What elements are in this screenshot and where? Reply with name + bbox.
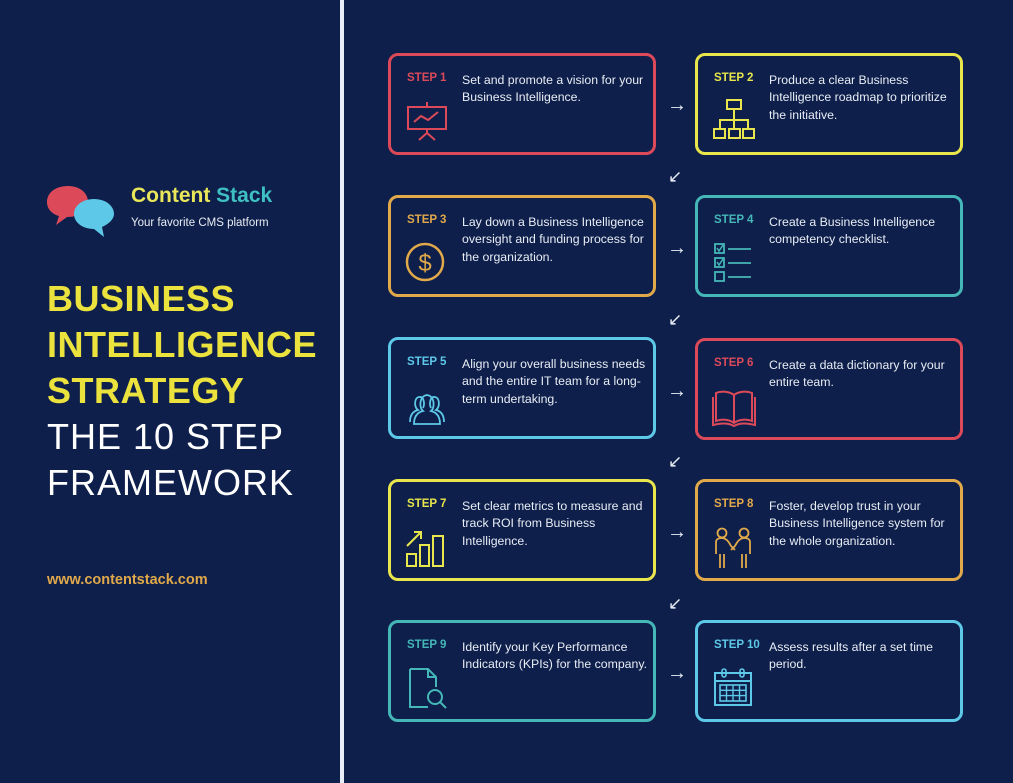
presentation-chart-icon [407, 102, 447, 141]
dollar-coin-icon: $ [405, 242, 445, 282]
website-link[interactable]: www.contentstack.com [47, 572, 208, 588]
step-description: Set clear metrics to measure and track R… [462, 499, 643, 548]
step-card-10: STEP 10 Assess results after a set time p… [695, 620, 963, 722]
arrow-right-7-8: → [667, 521, 687, 543]
step-card-5: STEP 5 Align your overall business needs … [388, 337, 656, 439]
title-line-3: STRATEGY [47, 370, 245, 411]
step-label: STEP 7 [407, 498, 447, 510]
arrow-down-left-4-5: ↙ [668, 310, 683, 329]
arrow-right-1-2: → [667, 94, 687, 116]
chat-bubbles-icon [47, 186, 114, 237]
step-label: STEP 1 [407, 72, 447, 84]
step-description: Create a data dictionary for your entire… [769, 358, 945, 390]
step-card-7: STEP 7 Set clear metrics to measure and t… [388, 479, 656, 581]
step-label: STEP 10 [714, 639, 760, 651]
step-card-1: STEP 1 Set and promote a vision for your … [388, 53, 656, 155]
arrow-down-left-8-9: ↙ [668, 594, 683, 613]
team-icon [409, 394, 445, 425]
brand-tagline: Your favorite CMS platform [131, 217, 269, 229]
arrow-down-left-6-7: ↙ [668, 452, 683, 471]
step-card-9: STEP 9 Identify your Key Performance Indi… [388, 620, 656, 722]
step-description: Assess results after a set time period. [769, 640, 934, 672]
arrow-right-5-6: → [667, 380, 687, 402]
title-line-2: INTELLIGENCE [47, 324, 318, 365]
step-card-4: STEP 4 Create a Business Intelligence com… [695, 195, 963, 297]
step-label: STEP 2 [714, 72, 754, 84]
org-chart-icon [713, 99, 755, 139]
step-description: Produce a clear Business Intelligence ro… [769, 73, 947, 122]
arrow-right-9-10: → [667, 662, 687, 684]
step-label: STEP 5 [407, 356, 447, 368]
step-description: Lay down a Business Intelligence oversig… [462, 215, 644, 264]
title-line-1: BUSINESS [47, 278, 236, 319]
step-label: STEP 8 [714, 498, 754, 510]
title-line-5: FRAMEWORK [47, 462, 294, 503]
step-card-8: STEP 8 Foster, develop trust in your Busi… [695, 479, 963, 581]
growth-bars-icon [406, 531, 444, 567]
document-search-icon [409, 668, 447, 709]
brand-name: Content Stack [131, 184, 272, 208]
handshake-people-icon [715, 527, 751, 568]
step-card-6: STEP 6 Create a data dictionary for your … [695, 338, 963, 440]
step-label: STEP 3 [407, 214, 447, 226]
step-label: STEP 6 [714, 357, 754, 369]
arrow-down-left-2-3: ↙ [668, 167, 683, 186]
checklist-icon [714, 243, 751, 282]
page-title: BUSINESS INTELLIGENCE STRATEGY THE 10 ST… [47, 276, 317, 506]
svg-text:$: $ [418, 250, 431, 277]
step-label: STEP 9 [407, 639, 447, 651]
step-card-3: STEP 3 Lay down a Business Intelligence o… [388, 195, 656, 297]
step-card-2: STEP 2 Produce a clear Business Intellige… [695, 53, 963, 155]
step-label: STEP 4 [714, 214, 754, 226]
step-description: Identify your Key Performance Indicators… [462, 640, 647, 672]
calendar-icon [714, 668, 752, 706]
step-description: Create a Business Intelligence competenc… [769, 215, 936, 247]
brand-name-part1: Content [131, 184, 211, 207]
arrow-right-3-4: → [667, 237, 687, 259]
brand-name-part2: Stack [216, 184, 273, 207]
open-book-icon [712, 390, 756, 428]
title-line-4: THE 10 STEP [47, 416, 285, 457]
step-description: Align your overall business needs and th… [462, 357, 646, 406]
step-description: Set and promote a vision for your Busine… [462, 73, 644, 105]
vertical-divider [340, 0, 344, 783]
step-description: Foster, develop trust in your Business I… [769, 499, 945, 548]
